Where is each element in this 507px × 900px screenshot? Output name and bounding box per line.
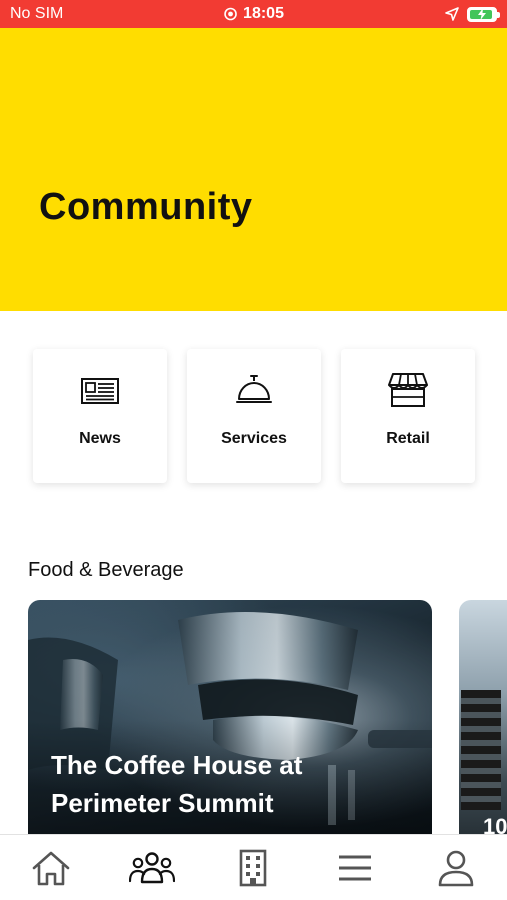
status-time-group: 18:05	[223, 5, 284, 23]
people-icon	[129, 851, 176, 883]
storefront-icon	[388, 373, 428, 407]
service-bell-icon	[236, 375, 272, 403]
home-icon	[32, 851, 69, 885]
building-icon	[240, 849, 267, 886]
newspaper-icon	[81, 378, 119, 404]
retail-card[interactable]: Retail	[341, 349, 475, 483]
carrier-label: No SIM	[10, 5, 64, 22]
tab-home[interactable]	[21, 843, 81, 893]
tab-menu[interactable]	[325, 843, 385, 893]
news-card[interactable]: News	[33, 349, 167, 483]
user-icon	[438, 850, 474, 886]
status-icons	[445, 6, 500, 22]
status-time: 18:05	[243, 5, 284, 22]
section-title: Food & Beverage	[28, 559, 184, 581]
services-label: Services	[221, 430, 287, 447]
news-label: News	[79, 430, 121, 447]
retail-label: Retail	[386, 430, 430, 447]
venue-card-next[interactable]: 10	[459, 600, 507, 860]
venue-photo-next	[461, 690, 501, 810]
page-title: Community	[39, 186, 253, 228]
venue-card[interactable]: The Coffee House at Perimeter Summit	[28, 600, 432, 860]
tab-building[interactable]	[223, 843, 283, 893]
record-icon	[223, 7, 237, 21]
battery-charging-icon	[467, 6, 500, 22]
hamburger-menu-icon	[338, 855, 371, 880]
services-card[interactable]: Services	[187, 349, 321, 483]
location-arrow-icon	[445, 7, 459, 21]
tab-bar	[0, 834, 507, 900]
page-header: Community	[0, 28, 507, 311]
tab-profile[interactable]	[426, 843, 486, 893]
tab-community[interactable]	[122, 843, 182, 893]
status-bar: No SIM 18:05	[0, 0, 507, 28]
quick-links: News Services Retail	[33, 349, 475, 483]
venue-title: The Coffee House at Perimeter Summit	[51, 750, 303, 818]
